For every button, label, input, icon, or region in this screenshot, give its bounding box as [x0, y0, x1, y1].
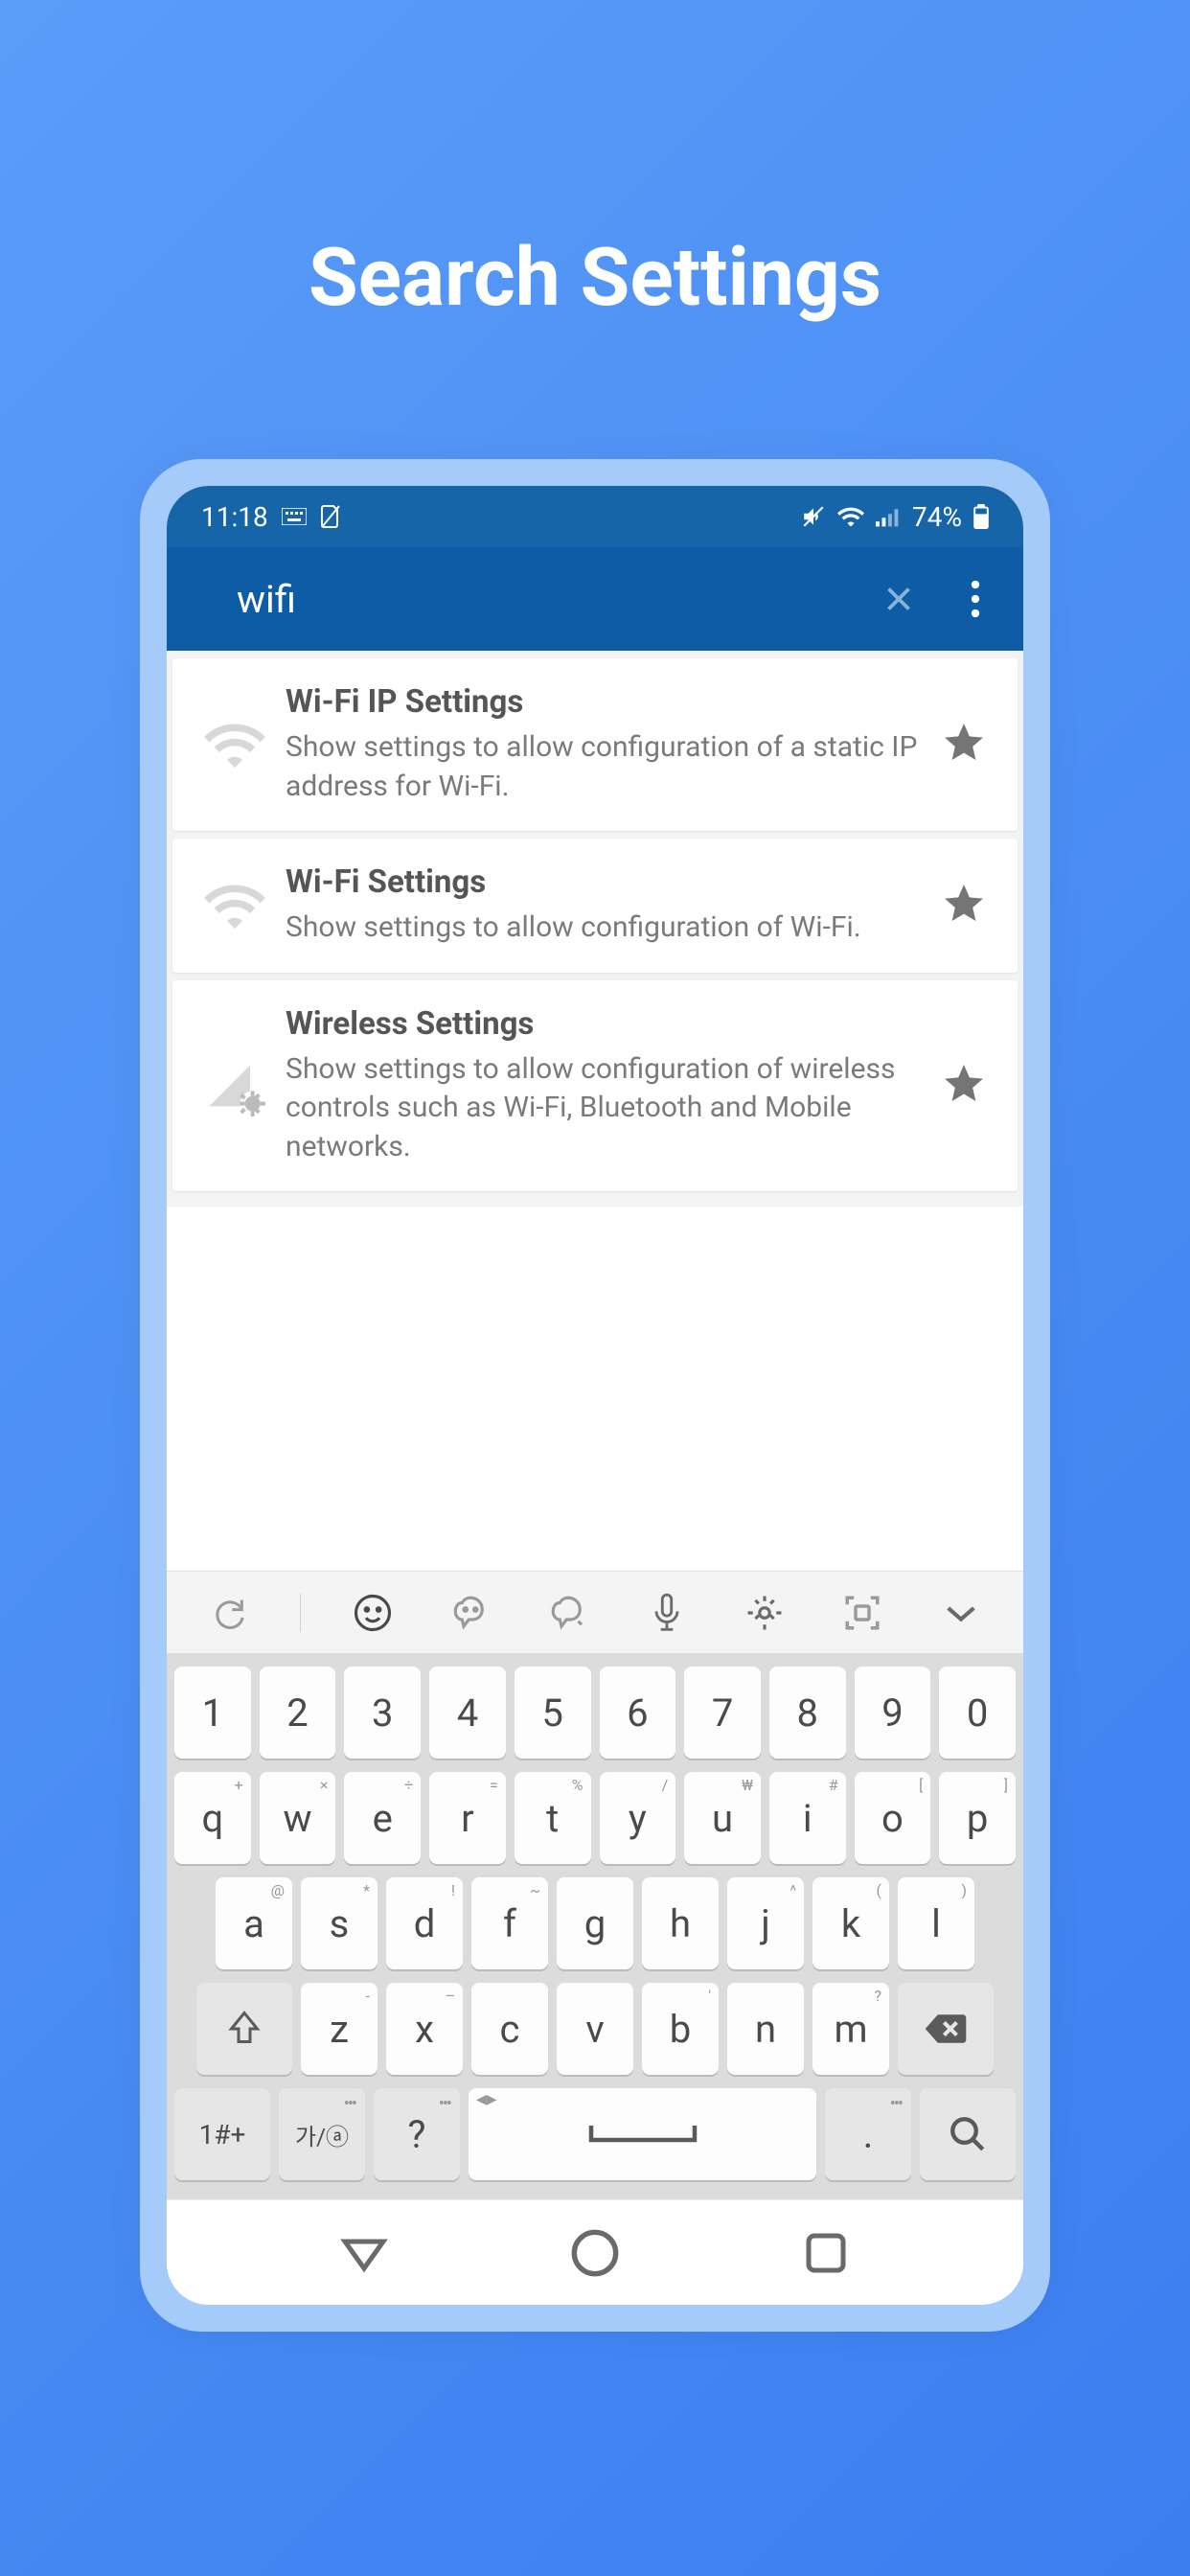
key-9[interactable]: 9: [855, 1667, 931, 1759]
key-e[interactable]: ÷e: [344, 1772, 421, 1864]
key-search[interactable]: [920, 2088, 1016, 2180]
result-description: Show settings to allow configuration of …: [286, 1050, 933, 1167]
wifi-icon: [192, 721, 278, 769]
favorite-star-icon[interactable]: [941, 881, 998, 931]
key-n[interactable]: n: [727, 1983, 804, 2075]
mute-icon: [801, 504, 826, 529]
gear-icon[interactable]: [738, 1586, 791, 1640]
navigation-bar: [167, 2199, 1023, 2305]
key-t[interactable]: %t: [515, 1772, 591, 1864]
page-title: Search Settings: [309, 230, 881, 325]
key-i[interactable]: #i: [769, 1772, 846, 1864]
empty-content-area: [167, 1207, 1023, 1571]
key-c[interactable]: c: [471, 1983, 548, 2075]
status-bar: 11:18 74%: [167, 486, 1023, 547]
keyboard-row-asdf: @a *s !d ~f g h ^j (k )l: [174, 1877, 1016, 1969]
key-4[interactable]: 4: [429, 1667, 506, 1759]
nav-recent-icon[interactable]: [792, 2220, 859, 2287]
signal-gear-icon: [192, 1055, 278, 1116]
key-symbols[interactable]: 1#+: [174, 2088, 270, 2180]
result-wireless-settings[interactable]: Wireless Settings Show settings to allow…: [172, 980, 1018, 1192]
key-period[interactable]: •••.: [825, 2088, 911, 2180]
search-input[interactable]: wifi: [194, 577, 878, 622]
key-l[interactable]: )l: [898, 1877, 974, 1969]
key-f[interactable]: ~f: [471, 1877, 548, 1969]
phone-screen: 11:18 74% wifi: [167, 486, 1023, 2305]
key-0[interactable]: 0: [939, 1667, 1016, 1759]
nav-back-icon[interactable]: [331, 2220, 398, 2287]
key-z[interactable]: -z: [301, 1983, 378, 2075]
key-o[interactable]: [o: [855, 1772, 931, 1864]
result-description: Show settings to allow configuration of …: [286, 908, 933, 948]
clear-search-icon[interactable]: [878, 578, 920, 620]
key-p[interactable]: ]p: [939, 1772, 1016, 1864]
refresh-icon[interactable]: [202, 1586, 256, 1640]
key-7[interactable]: 7: [684, 1667, 761, 1759]
key-3[interactable]: 3: [344, 1667, 421, 1759]
wifi-icon: [837, 506, 864, 527]
scan-icon[interactable]: [835, 1586, 889, 1640]
keyboard-row-bottom: 1#+ •••가/ⓐ •••? ◀▶ •••.: [174, 2088, 1016, 2180]
keyboard-row-qwerty: +q ×w ÷e =r %t /y ₩u #i [o ]p: [174, 1772, 1016, 1864]
favorite-star-icon[interactable]: [941, 720, 998, 770]
key-w[interactable]: ×w: [260, 1772, 336, 1864]
key-q[interactable]: +q: [174, 1772, 251, 1864]
key-y[interactable]: /y: [600, 1772, 676, 1864]
result-wifi-ip-settings[interactable]: Wi-Fi IP Settings Show settings to allow…: [172, 658, 1018, 831]
key-6[interactable]: 6: [600, 1667, 676, 1759]
status-time: 11:18: [201, 501, 268, 533]
key-x[interactable]: –x: [386, 1983, 463, 2075]
keyboard-indicator-icon: [282, 508, 307, 525]
gif-icon[interactable]: [541, 1586, 595, 1640]
key-j[interactable]: ^j: [727, 1877, 804, 1969]
key-g[interactable]: g: [557, 1877, 633, 1969]
emoji-icon[interactable]: [346, 1586, 400, 1640]
key-8[interactable]: 8: [769, 1667, 846, 1759]
key-backspace[interactable]: [898, 1983, 994, 2075]
key-a[interactable]: @a: [216, 1877, 292, 1969]
mic-icon[interactable]: [640, 1586, 694, 1640]
key-1[interactable]: 1: [174, 1667, 251, 1759]
result-title: Wi-Fi IP Settings: [286, 683, 933, 721]
key-m[interactable]: ?m: [812, 1983, 889, 2075]
sticker-icon[interactable]: [444, 1586, 497, 1640]
battery-pct: 74%: [912, 501, 962, 533]
favorite-star-icon[interactable]: [941, 1061, 998, 1111]
key-h[interactable]: h: [642, 1877, 719, 1969]
more-menu-icon[interactable]: [954, 578, 996, 620]
result-title: Wi-Fi Settings: [286, 863, 933, 901]
nav-home-icon[interactable]: [561, 2220, 629, 2287]
key-space[interactable]: ◀▶: [469, 2088, 816, 2180]
battery-icon: [973, 504, 989, 529]
collapse-keyboard-icon[interactable]: [934, 1586, 988, 1640]
key-u[interactable]: ₩u: [684, 1772, 761, 1864]
key-d[interactable]: !d: [386, 1877, 463, 1969]
result-description: Show settings to allow configuration of …: [286, 728, 933, 806]
keyboard-row-zxcv: -z –x c v 'b n ?m: [174, 1983, 1016, 2075]
key-2[interactable]: 2: [260, 1667, 336, 1759]
result-title: Wireless Settings: [286, 1005, 933, 1043]
key-b[interactable]: 'b: [642, 1983, 719, 2075]
key-question[interactable]: •••?: [374, 2088, 460, 2180]
keyboard-row-numbers: 1 2 3 4 5 6 7 8 9 0: [174, 1667, 1016, 1759]
keyboard-toolbar: [167, 1571, 1023, 1653]
key-shift[interactable]: [196, 1983, 292, 2075]
signal-icon: [876, 506, 901, 527]
key-v[interactable]: v: [557, 1983, 633, 2075]
result-wifi-settings[interactable]: Wi-Fi Settings Show settings to allow co…: [172, 839, 1018, 973]
key-language[interactable]: •••가/ⓐ: [279, 2088, 365, 2180]
toolbar-divider: [300, 1594, 301, 1632]
key-5[interactable]: 5: [515, 1667, 591, 1759]
phone-frame: 11:18 74% wifi: [140, 459, 1050, 2332]
wifi-icon: [192, 882, 278, 930]
search-results: Wi-Fi IP Settings Show settings to allow…: [167, 651, 1023, 1207]
search-bar: wifi: [167, 547, 1023, 651]
key-s[interactable]: *s: [301, 1877, 378, 1969]
key-r[interactable]: =r: [429, 1772, 506, 1864]
no-sim-icon: [320, 504, 341, 529]
key-k[interactable]: (k: [812, 1877, 889, 1969]
keyboard: 1 2 3 4 5 6 7 8 9 0 +q ×w ÷e =r %t /y ₩u…: [167, 1653, 1023, 2199]
